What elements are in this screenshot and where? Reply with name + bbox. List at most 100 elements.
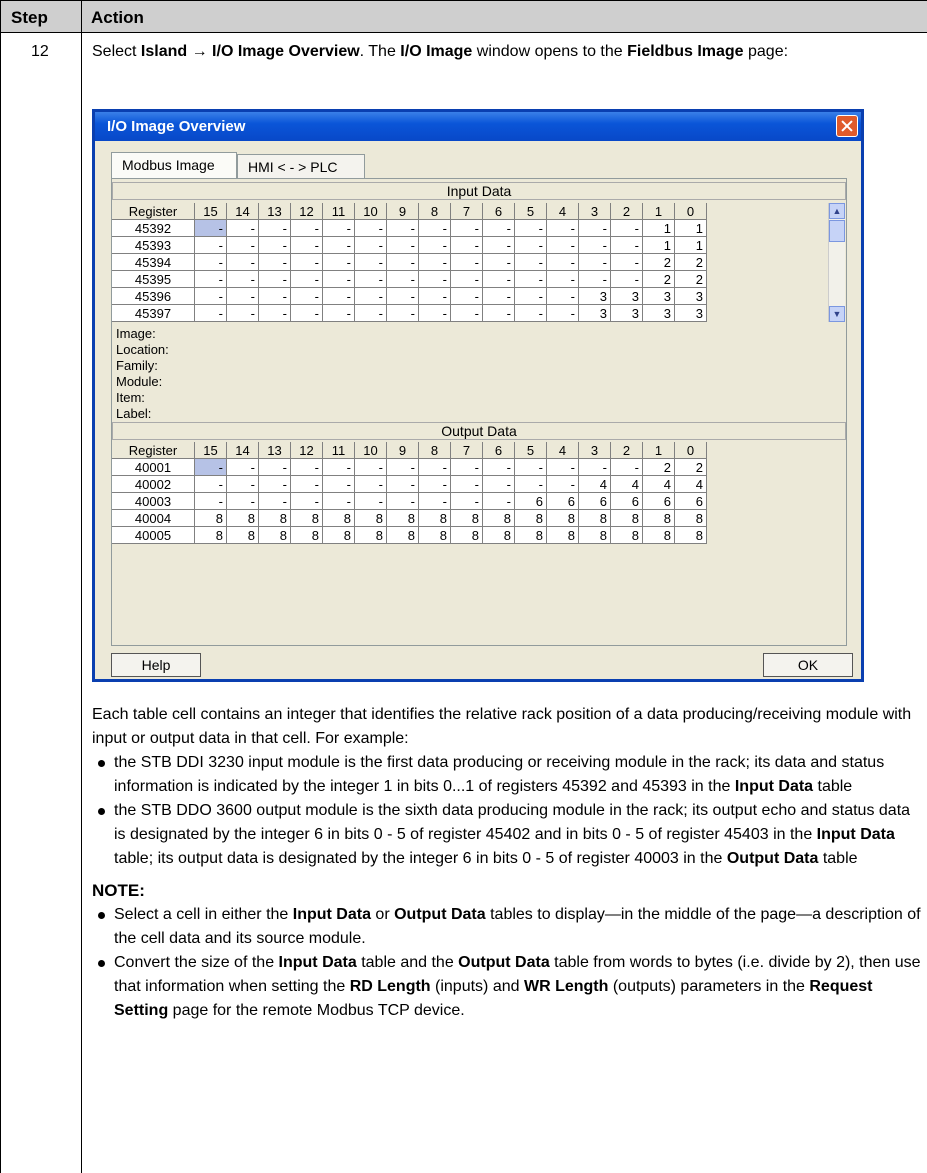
bit-cell[interactable]: -: [514, 304, 547, 322]
bit-cell[interactable]: -: [322, 287, 355, 305]
bit-cell[interactable]: 8: [226, 509, 259, 527]
bit-cell[interactable]: -: [482, 304, 515, 322]
bit-cell[interactable]: -: [226, 304, 259, 322]
bit-cell[interactable]: -: [482, 270, 515, 288]
bit-cell[interactable]: -: [354, 304, 387, 322]
bit-cell[interactable]: 8: [354, 526, 387, 544]
bit-cell[interactable]: 6: [578, 492, 611, 510]
bit-cell[interactable]: -: [418, 304, 451, 322]
bit-cell[interactable]: 2: [674, 253, 707, 271]
bit-cell[interactable]: -: [514, 236, 547, 254]
bit-cell[interactable]: -: [194, 219, 227, 237]
bit-cell[interactable]: -: [258, 219, 291, 237]
bit-cell[interactable]: -: [450, 270, 483, 288]
bit-cell[interactable]: -: [482, 253, 515, 271]
bit-cell[interactable]: -: [418, 219, 451, 237]
bit-cell[interactable]: -: [226, 492, 259, 510]
bit-cell[interactable]: 3: [674, 304, 707, 322]
scroll-down-icon[interactable]: ▼: [829, 306, 845, 322]
bit-cell[interactable]: 4: [610, 475, 643, 493]
tab-hmi-plc[interactable]: HMI < - > PLC: [237, 154, 365, 179]
bit-cell[interactable]: -: [322, 236, 355, 254]
bit-cell[interactable]: 8: [386, 526, 419, 544]
scroll-thumb[interactable]: [829, 220, 845, 242]
bit-cell[interactable]: -: [290, 458, 323, 476]
bit-cell[interactable]: -: [578, 236, 611, 254]
bit-cell[interactable]: 1: [674, 219, 707, 237]
bit-cell[interactable]: -: [226, 475, 259, 493]
bit-cell[interactable]: -: [578, 253, 611, 271]
bit-cell[interactable]: 8: [322, 509, 355, 527]
bit-cell[interactable]: -: [194, 458, 227, 476]
bit-cell[interactable]: -: [482, 475, 515, 493]
bit-cell[interactable]: -: [322, 475, 355, 493]
bit-cell[interactable]: -: [386, 492, 419, 510]
bit-cell[interactable]: -: [290, 236, 323, 254]
bit-cell[interactable]: -: [546, 270, 579, 288]
bit-cell[interactable]: 8: [258, 509, 291, 527]
bit-cell[interactable]: -: [290, 253, 323, 271]
bit-cell[interactable]: -: [258, 475, 291, 493]
bit-cell[interactable]: -: [354, 475, 387, 493]
bit-cell[interactable]: -: [226, 219, 259, 237]
bit-cell[interactable]: -: [610, 458, 643, 476]
bit-cell[interactable]: -: [354, 236, 387, 254]
bit-cell[interactable]: 2: [674, 270, 707, 288]
bit-cell[interactable]: -: [290, 475, 323, 493]
bit-cell[interactable]: 6: [610, 492, 643, 510]
bit-cell[interactable]: 8: [354, 509, 387, 527]
bit-cell[interactable]: -: [386, 253, 419, 271]
bit-cell[interactable]: -: [546, 287, 579, 305]
bit-cell[interactable]: -: [418, 458, 451, 476]
bit-cell[interactable]: -: [450, 287, 483, 305]
close-icon[interactable]: [836, 115, 858, 137]
bit-cell[interactable]: -: [514, 253, 547, 271]
bit-cell[interactable]: -: [226, 458, 259, 476]
bit-cell[interactable]: -: [226, 287, 259, 305]
bit-cell[interactable]: -: [322, 304, 355, 322]
register-cell[interactable]: 45392: [112, 219, 195, 237]
bit-cell[interactable]: -: [258, 236, 291, 254]
bit-cell[interactable]: -: [354, 219, 387, 237]
bit-cell[interactable]: 1: [674, 236, 707, 254]
bit-cell[interactable]: -: [418, 253, 451, 271]
bit-cell[interactable]: -: [578, 270, 611, 288]
register-cell[interactable]: 40003: [112, 492, 195, 510]
bit-cell[interactable]: -: [450, 492, 483, 510]
bit-cell[interactable]: 2: [674, 458, 707, 476]
ok-button[interactable]: OK: [763, 653, 853, 677]
bit-cell[interactable]: 8: [610, 526, 643, 544]
bit-cell[interactable]: -: [610, 253, 643, 271]
bit-cell[interactable]: -: [386, 236, 419, 254]
bit-cell[interactable]: 4: [674, 475, 707, 493]
bit-cell[interactable]: -: [194, 253, 227, 271]
bit-cell[interactable]: 3: [674, 287, 707, 305]
bit-cell[interactable]: -: [610, 236, 643, 254]
bit-cell[interactable]: 8: [642, 509, 675, 527]
bit-cell[interactable]: 8: [386, 509, 419, 527]
bit-cell[interactable]: -: [354, 270, 387, 288]
bit-cell[interactable]: -: [450, 475, 483, 493]
bit-cell[interactable]: 8: [674, 509, 707, 527]
bit-cell[interactable]: 8: [450, 526, 483, 544]
bit-cell[interactable]: 2: [642, 270, 675, 288]
bit-cell[interactable]: 2: [642, 253, 675, 271]
bit-cell[interactable]: -: [322, 270, 355, 288]
bit-cell[interactable]: -: [418, 475, 451, 493]
bit-cell[interactable]: -: [386, 287, 419, 305]
bit-cell[interactable]: 8: [514, 526, 547, 544]
bit-cell[interactable]: -: [450, 253, 483, 271]
bit-cell[interactable]: -: [546, 458, 579, 476]
bit-cell[interactable]: -: [418, 492, 451, 510]
bit-cell[interactable]: 8: [482, 509, 515, 527]
bit-cell[interactable]: -: [290, 219, 323, 237]
bit-cell[interactable]: 8: [418, 509, 451, 527]
bit-cell[interactable]: -: [386, 304, 419, 322]
bit-cell[interactable]: 1: [642, 236, 675, 254]
register-cell[interactable]: 40005: [112, 526, 195, 544]
bit-cell[interactable]: 3: [642, 304, 675, 322]
bit-cell[interactable]: -: [258, 304, 291, 322]
register-cell[interactable]: 40001: [112, 458, 195, 476]
bit-cell[interactable]: -: [482, 236, 515, 254]
register-cell[interactable]: 45393: [112, 236, 195, 254]
